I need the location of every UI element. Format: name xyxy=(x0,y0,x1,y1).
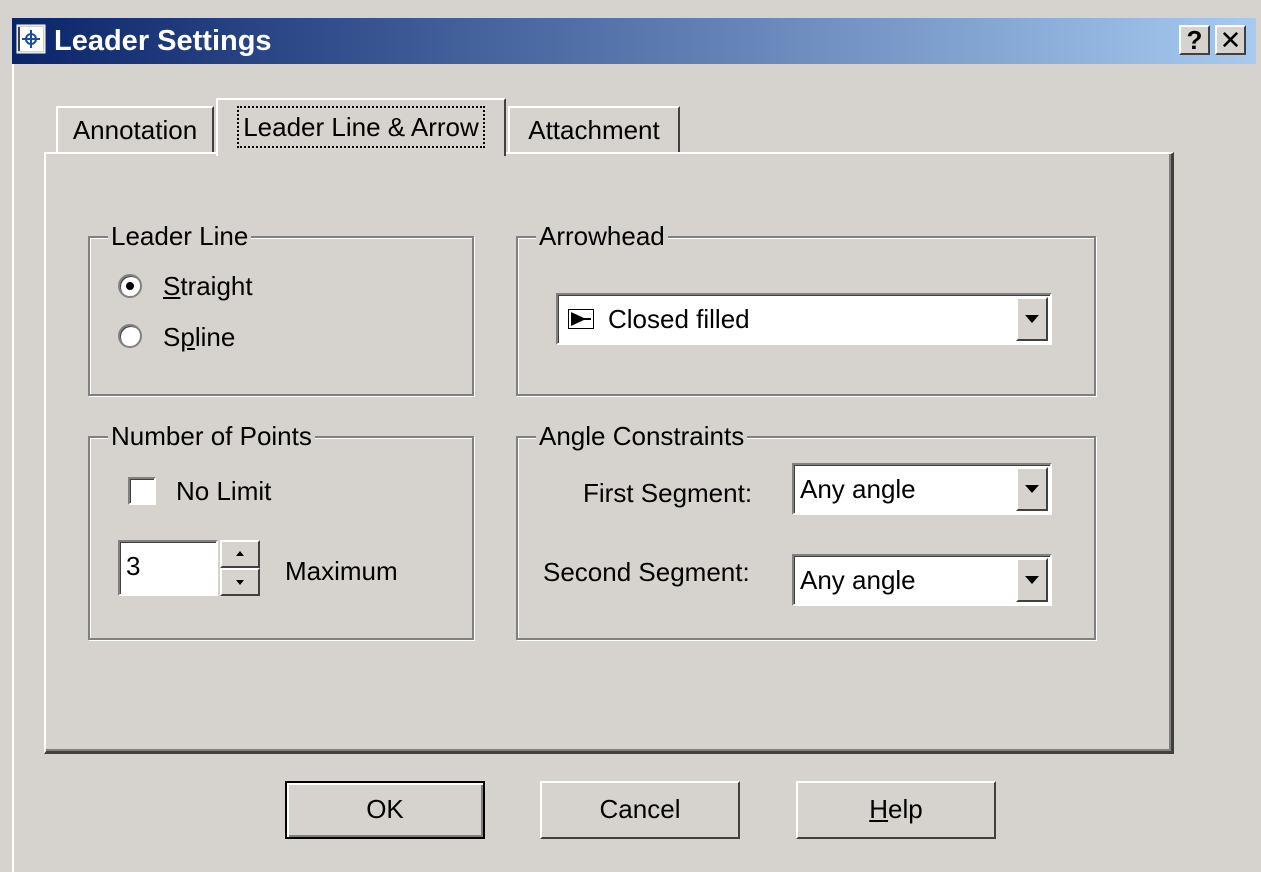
cancel-button[interactable]: Cancel xyxy=(540,781,740,839)
tab-leader-line-arrow[interactable]: Leader Line & Arrow xyxy=(216,98,506,156)
window-title: Leader Settings xyxy=(54,25,272,57)
first-segment-label: First Segment: xyxy=(583,478,753,508)
dialog-edge xyxy=(12,64,14,872)
straight-label[interactable]: Straight xyxy=(163,270,253,302)
chevron-down-icon[interactable] xyxy=(1016,558,1048,602)
no-limit-label[interactable]: No Limit xyxy=(176,475,271,507)
chevron-down-icon[interactable] xyxy=(1016,297,1048,341)
spline-label[interactable]: Spline xyxy=(163,321,235,353)
maximum-label: Maximum xyxy=(285,556,398,586)
maximum-points-input[interactable]: 3 xyxy=(118,540,218,596)
straight-radio[interactable] xyxy=(118,274,142,298)
leader-line-legend: Leader Line xyxy=(108,220,252,252)
tab-leader-line-arrow-label: Leader Line & Arrow xyxy=(237,106,485,148)
spline-radio[interactable] xyxy=(118,324,142,348)
arrowhead-select[interactable]: Closed filled xyxy=(556,293,1052,345)
second-segment-label: Second Segment: xyxy=(543,557,750,587)
number-of-points-legend: Number of Points xyxy=(108,420,315,452)
tab-annotation[interactable]: Annotation xyxy=(56,106,214,154)
ok-button[interactable]: OK xyxy=(285,781,485,839)
second-segment-select[interactable]: Any angle xyxy=(792,554,1052,606)
arrowhead-value: Closed filled xyxy=(608,304,750,334)
tab-attachment[interactable]: Attachment xyxy=(508,106,680,154)
closed-filled-arrow-icon xyxy=(568,309,594,329)
angle-constraints-legend: Angle Constraints xyxy=(536,420,748,452)
spin-down-icon[interactable] xyxy=(220,568,260,596)
first-segment-select[interactable]: Any angle xyxy=(792,463,1052,515)
no-limit-checkbox[interactable] xyxy=(128,477,156,505)
spin-up-icon[interactable] xyxy=(220,540,260,568)
maximum-points-value: 3 xyxy=(126,551,141,581)
first-segment-value: Any angle xyxy=(800,474,916,504)
help-button[interactable]: Help xyxy=(796,781,996,839)
arrowhead-legend: Arrowhead xyxy=(536,220,668,252)
close-icon[interactable]: ✕ xyxy=(1215,25,1246,55)
leader-line-group: Leader Line xyxy=(88,220,474,396)
second-segment-value: Any angle xyxy=(800,565,916,595)
title-bar[interactable]: Leader Settings ? ✕ xyxy=(12,18,1256,64)
chevron-down-icon[interactable] xyxy=(1016,467,1048,511)
help-caption-button[interactable]: ? xyxy=(1179,25,1210,55)
number-of-points-group: Number of Points xyxy=(88,420,474,640)
leader-settings-icon xyxy=(16,24,46,54)
